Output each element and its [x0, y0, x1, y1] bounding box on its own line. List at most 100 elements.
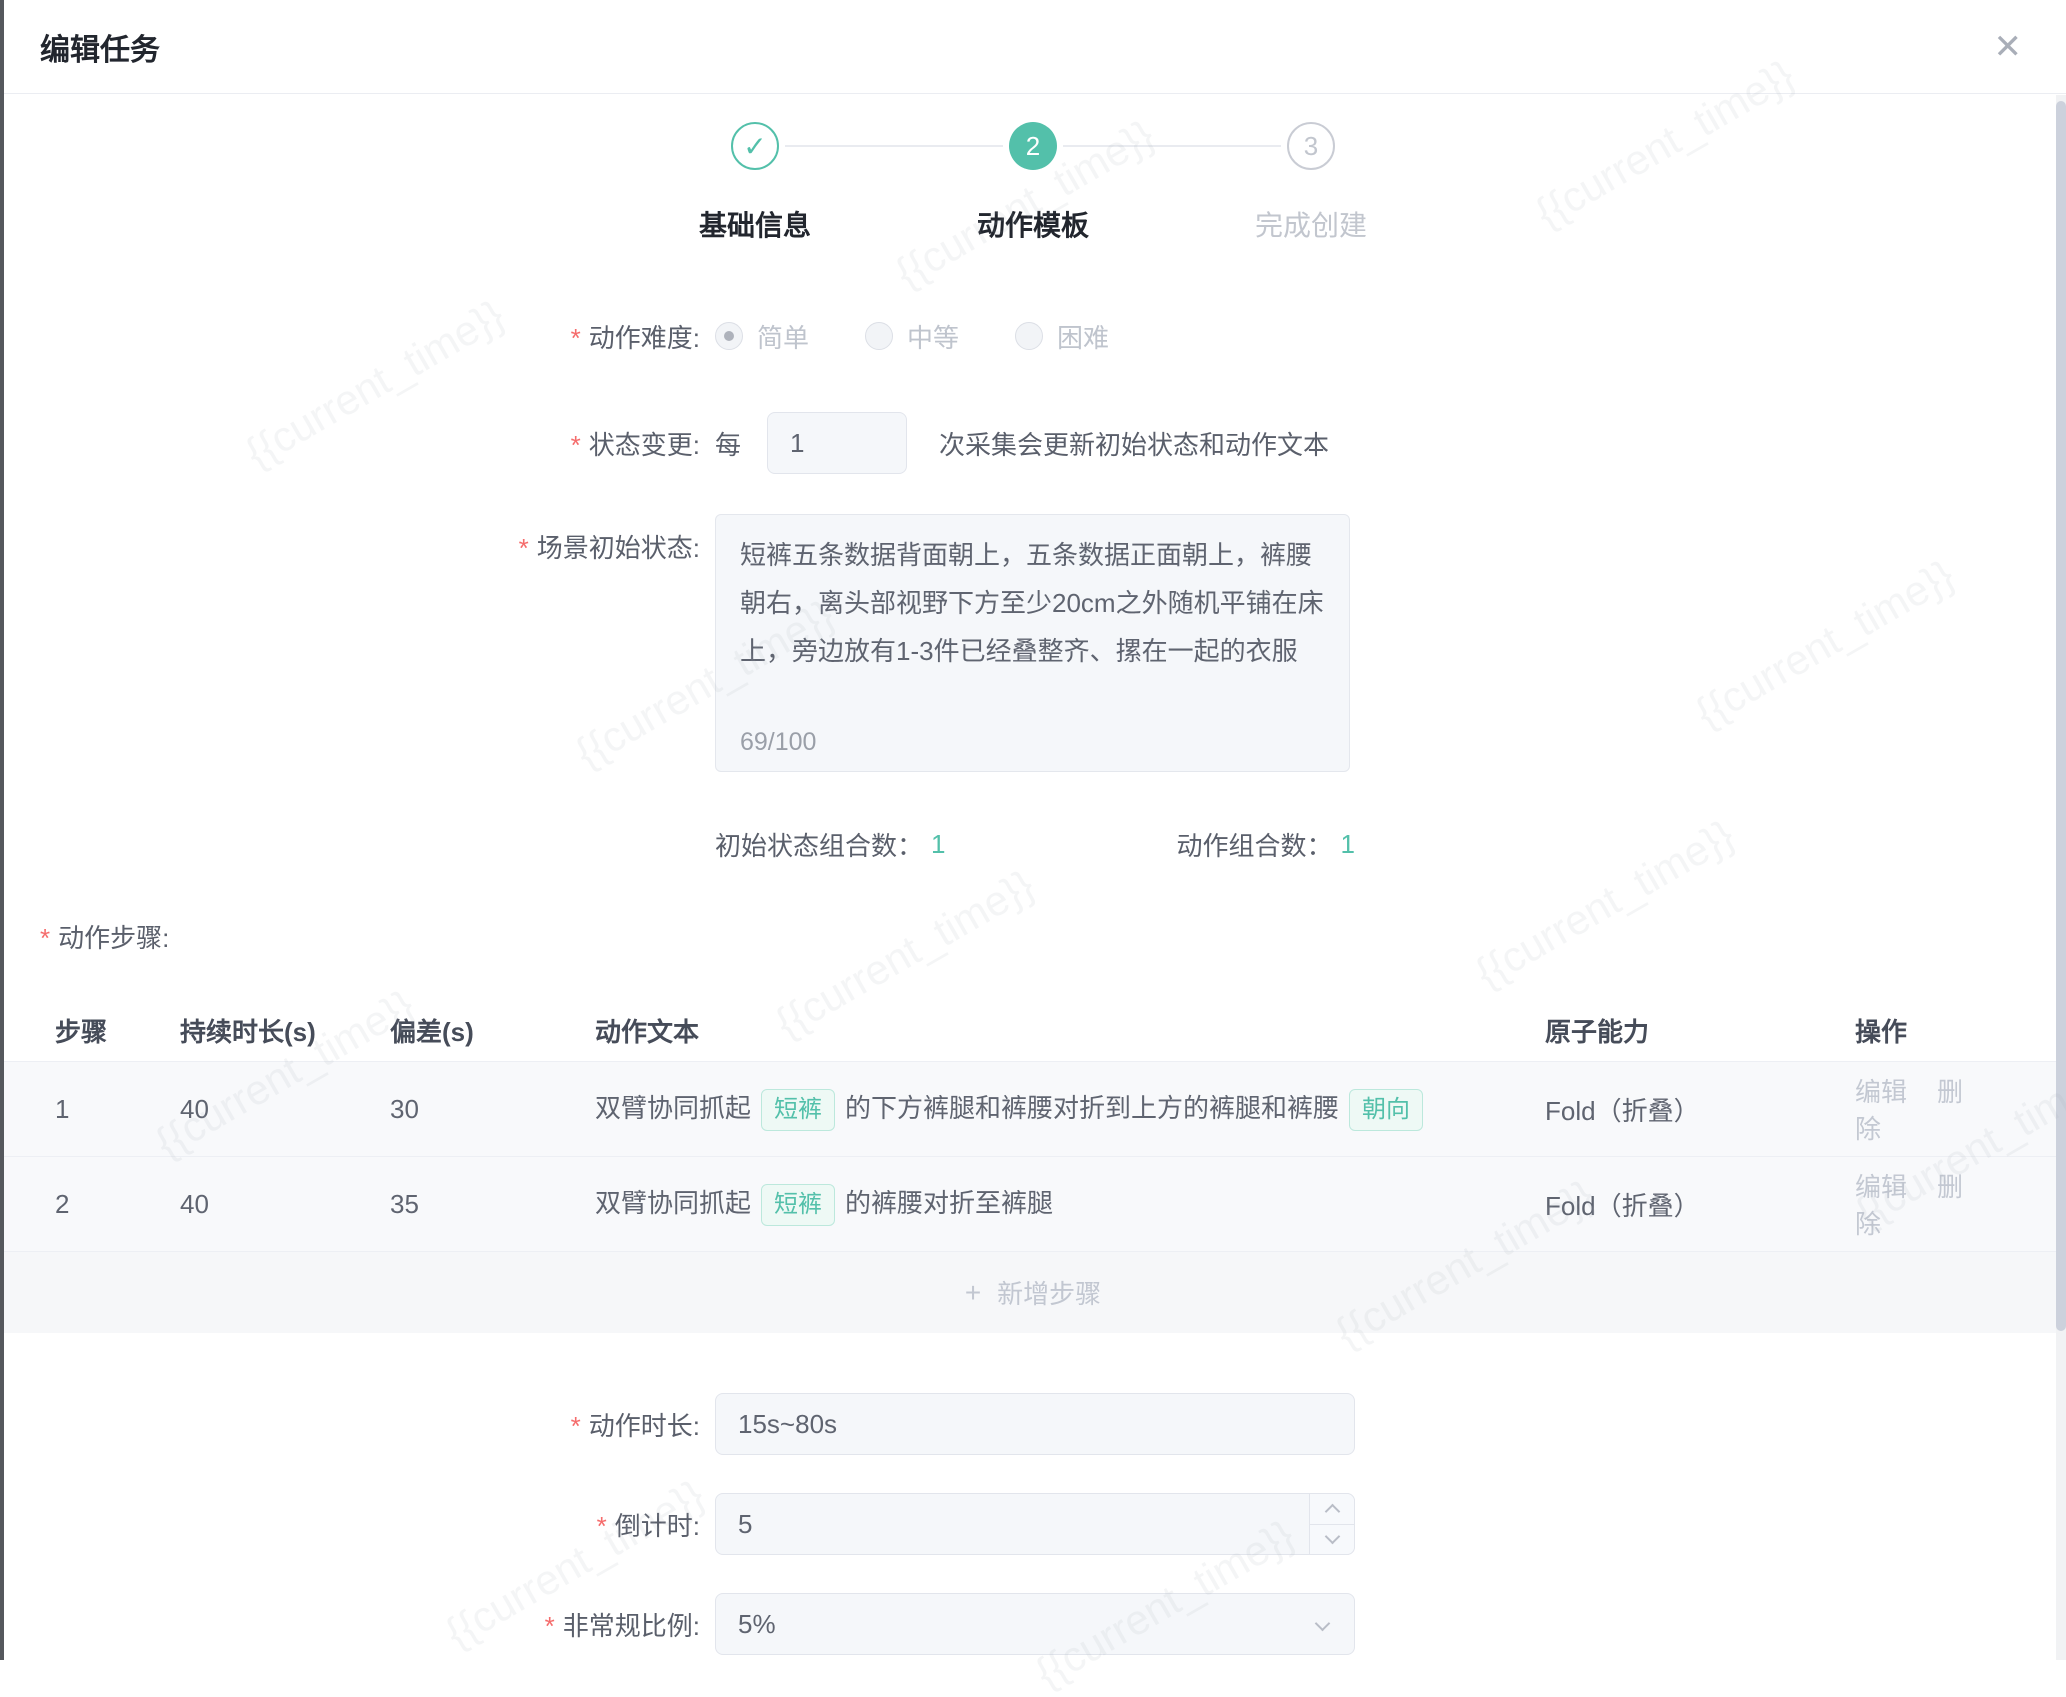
radio-icon [865, 322, 893, 350]
action-combo-count: 动作组合数：1 [1177, 826, 1355, 863]
number-spinner [1309, 1493, 1355, 1555]
char-counter: 69/100 [740, 728, 1325, 757]
action-text-segment: 的下方裤腿和裤腰对折到上方的裤腿和裤腰 [845, 1093, 1339, 1123]
unusual-ratio-row: *非常规比例: 5% [0, 1593, 2066, 1655]
required-mark: * [571, 323, 581, 353]
unusual-ratio-label: *非常规比例: [0, 1606, 700, 1643]
action-tag: 短裤 [761, 1089, 835, 1131]
increase-button[interactable] [1310, 1494, 1354, 1524]
step-number: 1 [55, 1094, 180, 1125]
state-change-row: *状态变更: 每 1 次采集会更新初始状态和动作文本 [0, 412, 2066, 474]
step-label: 基础信息 [699, 204, 811, 238]
step-duration: 40 [180, 1094, 390, 1125]
step-complete-create[interactable]: 3 完成创建 [1172, 122, 1450, 238]
duration-label: *动作时长: [0, 1406, 700, 1443]
scrollbar[interactable] [2056, 95, 2066, 1660]
atomic-ability: Fold（折叠） [1545, 1091, 1855, 1128]
initial-state-value: 短裤五条数据背面朝上，五条数据正面朝上，裤腰朝右，离头部视野下方至少20cm之外… [740, 531, 1325, 675]
add-step-button[interactable]: + 新增步骤 [0, 1251, 2066, 1333]
action-text: 双臂协同抓起短裤的裤腰对折至裤腿 [595, 1183, 1545, 1226]
combo-value: 1 [931, 829, 945, 860]
initial-state-label: *场景初始状态: [0, 514, 700, 565]
duration-input[interactable]: 15s~80s [715, 1393, 1355, 1455]
initial-state-combo-count: 初始状态组合数：1 [715, 826, 945, 863]
steps-table-body: 14030双臂协同抓起短裤的下方裤腿和裤腰对折到上方的裤腿和裤腰朝向Fold（折… [0, 1061, 2066, 1251]
step-number: 2 [55, 1189, 180, 1220]
row-actions: 编辑删除 [1855, 1167, 2015, 1241]
required-mark: * [571, 430, 581, 460]
state-change-label: *状态变更: [0, 425, 700, 462]
radio-icon [1015, 322, 1043, 350]
required-mark: * [545, 1611, 555, 1641]
plus-icon: + [965, 1277, 981, 1309]
action-text-segment: 的裤腰对折至裤腿 [845, 1188, 1053, 1218]
required-mark: * [571, 1411, 581, 1441]
state-change-prefix: 每 [715, 425, 741, 462]
duration-row: *动作时长: 15s~80s [0, 1393, 2066, 1455]
radio-medium[interactable]: 中等 [865, 318, 959, 355]
atomic-ability: Fold（折叠） [1545, 1186, 1855, 1223]
chevron-down-icon [1324, 1529, 1340, 1545]
step-label: 动作模板 [977, 204, 1089, 238]
countdown-input[interactable]: 5 [715, 1493, 1355, 1555]
action-steps-label: *动作步骤: [40, 918, 2066, 955]
table-row: 24035双臂协同抓起短裤的裤腰对折至裤腿Fold（折叠）编辑删除 [0, 1156, 2066, 1251]
chevron-down-icon [1315, 1616, 1331, 1632]
countdown-label: *倒计时: [0, 1506, 700, 1543]
action-tag: 短裤 [761, 1184, 835, 1226]
difficulty-label: *动作难度: [0, 318, 700, 355]
step-action-template[interactable]: 2 动作模板 [894, 122, 1172, 238]
step-number: 2 [1009, 122, 1057, 170]
column-header: 步骤 [55, 1012, 180, 1049]
difficulty-options: 简单 中等 困难 [715, 318, 1165, 355]
radio-label: 中等 [907, 318, 959, 355]
unusual-ratio-select[interactable]: 5% [715, 1593, 1355, 1655]
steps-table-header: 步骤持续时长(s)偏差(s)动作文本原子能力操作 [0, 999, 2066, 1061]
stepper: ✓ 基础信息 2 动作模板 3 完成创建 [0, 122, 2066, 238]
radio-label: 困难 [1057, 318, 1109, 355]
close-icon[interactable]: ✕ [1990, 26, 2027, 68]
dialog-header: 编辑任务 ✕ [0, 0, 2066, 94]
radio-label: 简单 [757, 318, 809, 355]
decrease-button[interactable] [1310, 1524, 1354, 1555]
edit-button[interactable]: 编辑 [1855, 1077, 1907, 1107]
required-mark: * [597, 1511, 607, 1541]
column-header: 原子能力 [1545, 1012, 1855, 1049]
column-header: 操作 [1855, 1012, 2015, 1049]
table-row: 14030双臂协同抓起短裤的下方裤腿和裤腰对折到上方的裤腿和裤腰朝向Fold（折… [0, 1061, 2066, 1156]
combo-value: 1 [1341, 829, 1355, 860]
unusual-ratio-value: 5% [738, 1609, 776, 1640]
step-deviation: 30 [390, 1094, 595, 1125]
column-header: 持续时长(s) [180, 1012, 390, 1049]
radio-icon [715, 322, 743, 350]
step-deviation: 35 [390, 1189, 595, 1220]
initial-state-textarea[interactable]: 短裤五条数据背面朝上，五条数据正面朝上，裤腰朝右，离头部视野下方至少20cm之外… [715, 514, 1350, 772]
column-header: 动作文本 [595, 1012, 1545, 1049]
check-icon: ✓ [731, 122, 779, 170]
state-change-input[interactable]: 1 [767, 412, 907, 474]
action-text-segment: 双臂协同抓起 [595, 1093, 751, 1123]
action-text-segment: 双臂协同抓起 [595, 1188, 751, 1218]
required-mark: * [40, 923, 50, 953]
row-actions: 编辑删除 [1855, 1072, 2015, 1146]
state-change-suffix: 次采集会更新初始状态和动作文本 [939, 425, 1329, 462]
edit-button[interactable]: 编辑 [1855, 1172, 1907, 1202]
scrollbar-thumb[interactable] [2056, 101, 2066, 1331]
countdown-value: 5 [738, 1509, 752, 1540]
difficulty-row: *动作难度: 简单 中等 困难 [0, 316, 2066, 356]
radio-hard[interactable]: 困难 [1015, 318, 1109, 355]
countdown-row: *倒计时: 5 [0, 1493, 2066, 1555]
step-basic-info[interactable]: ✓ 基础信息 [616, 122, 894, 238]
action-text: 双臂协同抓起短裤的下方裤腿和裤腰对折到上方的裤腿和裤腰朝向 [595, 1088, 1545, 1131]
combos-row: 初始状态组合数：1 动作组合数：1 [0, 824, 2066, 864]
required-mark: * [519, 533, 529, 563]
add-step-label: 新增步骤 [997, 1274, 1101, 1311]
step-label: 完成创建 [1255, 204, 1367, 238]
step-number: 3 [1287, 122, 1335, 170]
initial-state-row: *场景初始状态: 短裤五条数据背面朝上，五条数据正面朝上，裤腰朝右，离头部视野下… [0, 514, 2066, 772]
action-tag: 朝向 [1349, 1089, 1423, 1131]
page-edge [0, 0, 4, 1660]
radio-easy[interactable]: 简单 [715, 318, 809, 355]
step-duration: 40 [180, 1189, 390, 1220]
chevron-up-icon [1324, 1503, 1340, 1519]
